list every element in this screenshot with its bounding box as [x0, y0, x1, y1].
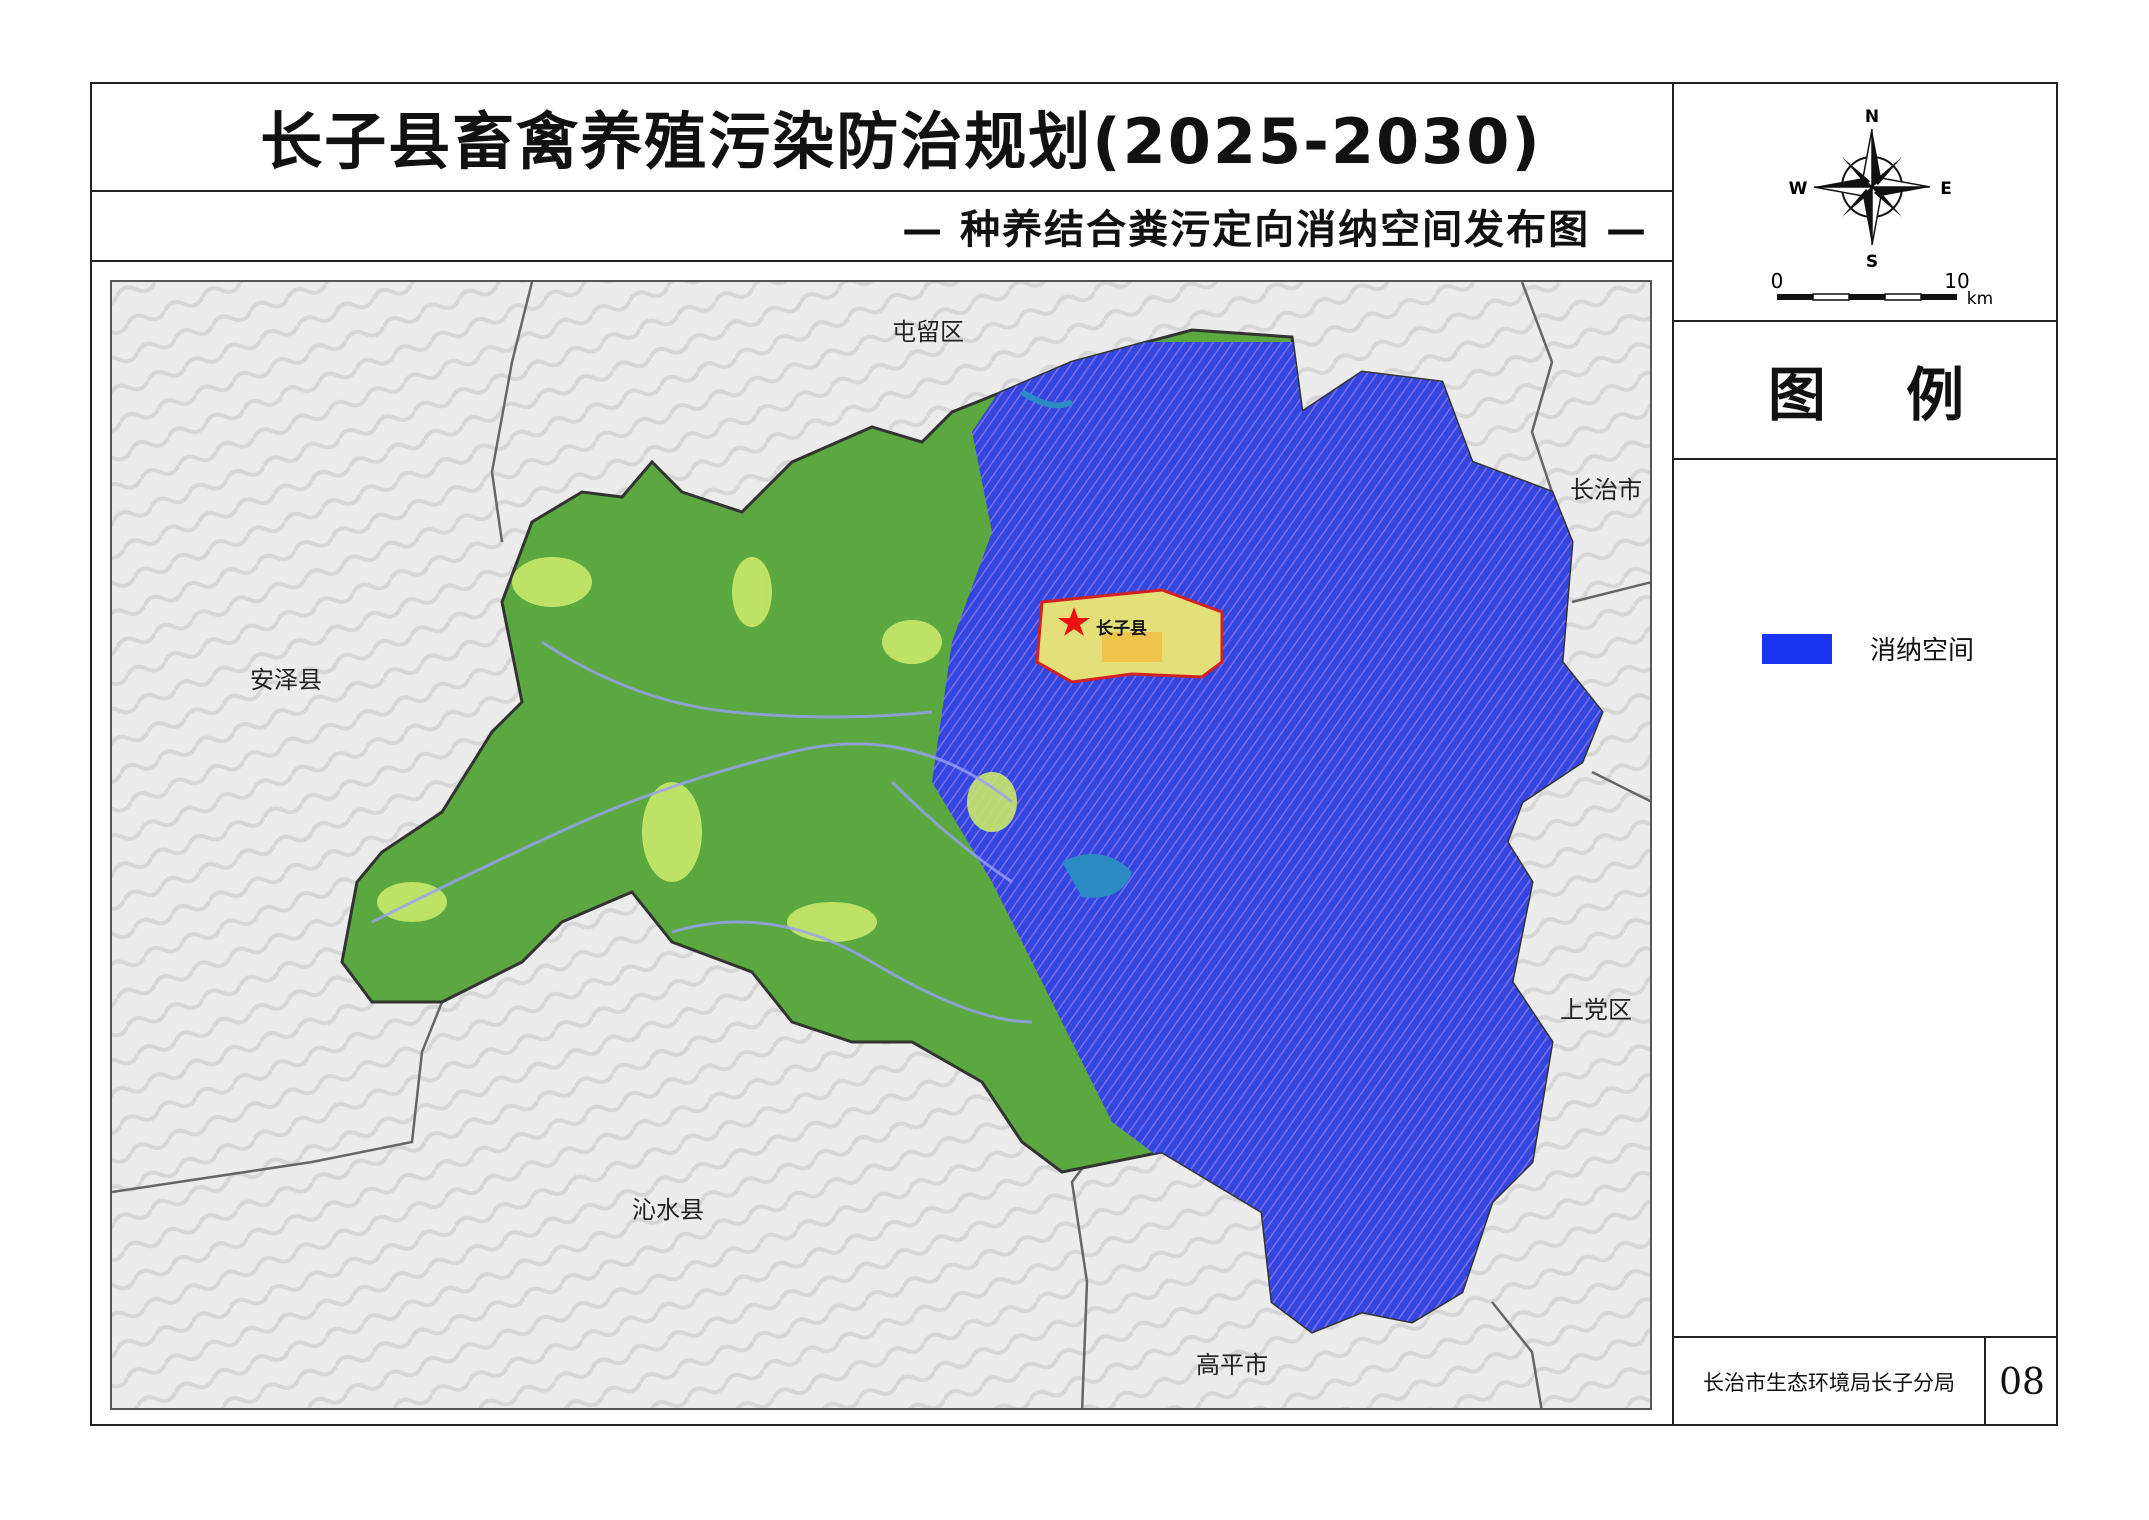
map-area: 屯留区 长治市 安泽县 上党区 沁水县 高平市 长子县	[110, 280, 1652, 1410]
label-tunliu: 屯留区	[892, 318, 964, 346]
legend-swatch-sink	[1762, 633, 1832, 664]
north-arrow-icon: N S E W 0 10 km	[1771, 107, 1994, 309]
legend-title-cell: 图 例	[1674, 322, 2058, 460]
legend-item-sink-space: 消纳空间	[1762, 630, 1974, 667]
scale-zero: 0	[1771, 269, 1784, 293]
legend-label: 消纳空间	[1870, 636, 1975, 666]
label-gaoping: 高平市	[1196, 1351, 1268, 1379]
compass-e: E	[1940, 179, 1952, 199]
label-anze: 安泽县	[250, 666, 322, 694]
legend-body: 消纳空间	[1674, 460, 2058, 1336]
footer-org: 长治市生态环境局长子分局	[1703, 1371, 1955, 1395]
scale-unit: km	[1967, 289, 1993, 309]
subtitle-bar: — 种养结合粪污定向消纳空间发布图 —	[90, 192, 1672, 262]
map-subtitle: — 种养结合粪污定向消纳空间发布图 —	[902, 207, 1648, 253]
compass-cell: N S E W 0 10 km	[1674, 82, 2058, 322]
compass-n: N	[1865, 107, 1879, 127]
compass-s: S	[1866, 252, 1878, 272]
map-title: 长子县畜禽养殖污染防治规划(2025-2030)	[260, 105, 1542, 178]
legend-title: 图 例	[1767, 361, 1995, 429]
label-changzhi: 长治市	[1570, 476, 1642, 504]
sheet-number: 08	[1999, 1361, 2045, 1403]
title-bar: 长子县畜禽养殖污染防治规划(2025-2030)	[90, 82, 1672, 192]
label-county-seat: 长子县	[1096, 619, 1147, 639]
label-qinshui: 沁水县	[632, 1196, 704, 1224]
map-canvas	[112, 282, 1650, 1408]
label-shangdang: 上党区	[1560, 996, 1632, 1024]
compass-w: W	[1789, 179, 1808, 199]
side-panel: N S E W 0 10 km 图 例 消纳空间 长治市生态环境局长子分局 08	[1674, 82, 2058, 1426]
footer: 长治市生态环境局长子分局 08	[1674, 1336, 2058, 1426]
scale-bar: 0 10 km	[1771, 269, 1994, 309]
